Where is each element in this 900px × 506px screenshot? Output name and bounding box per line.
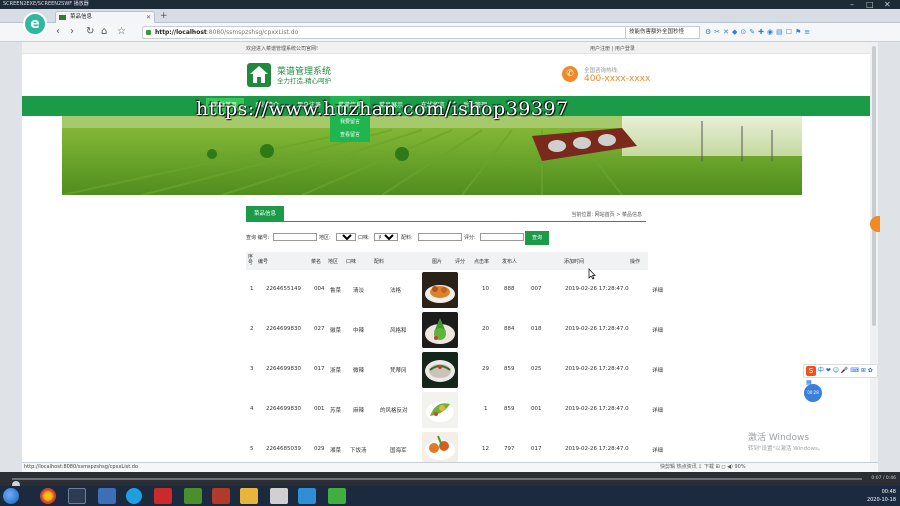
welcome-text: 欢迎进入菜谱管理系统公司官网!: [246, 46, 319, 52]
hotline: ✆ 全国咨询热线: 400-xxxx-xxxx: [562, 64, 662, 88]
back-icon[interactable]: ‹: [56, 26, 60, 38]
app-icon-red[interactable]: [154, 488, 172, 504]
bookmark-star-icon[interactable]: ☆: [117, 26, 126, 38]
search-placeholder: 技能伤害额外全国秒怪: [629, 29, 685, 35]
window-title-bar: SCREEN2EXE/SCREEN2SWF 播放器: [0, 0, 900, 9]
dropdown-item-view-messages[interactable]: 查看留言: [330, 129, 370, 142]
browser-status-bar: http://localhost:8080/ssmspzshsg/cpxxLis…: [22, 462, 878, 472]
window-title: SCREEN2EXE/SCREEN2SWF 播放器: [3, 1, 89, 7]
flash-app-icon[interactable]: [212, 488, 230, 504]
sogou-icon: S: [806, 365, 816, 376]
start-button-icon[interactable]: [3, 488, 19, 504]
floating-timer-button[interactable]: 00:28: [804, 384, 822, 402]
forward-icon[interactable]: ›: [70, 26, 74, 38]
app-icon-gray[interactable]: [270, 488, 288, 504]
address-bar[interactable]: http://localhost:8080/ssmspzshsg/cpxxLis…: [142, 26, 632, 39]
home-icon[interactable]: ⌂: [101, 26, 107, 38]
farm-banner-image: [62, 116, 802, 195]
qq-app-icon[interactable]: [298, 488, 316, 504]
hotline-label: 全国咨询热线:: [584, 68, 619, 74]
activate-subtitle: 转到"设置"以激活 Windows。: [748, 446, 824, 452]
side-assistant-icon[interactable]: [870, 216, 880, 232]
activate-windows-notice: 激活 Windows 转到"设置"以激活 Windows。: [748, 430, 823, 452]
hotline-number: 400-xxxx-xxxx: [584, 74, 651, 84]
clock-date: 2020-10-18: [866, 497, 896, 503]
tab-bar: 菜品信息 ✕ +: [0, 9, 900, 23]
tab-title: 菜品信息: [70, 14, 93, 20]
phone-icon: ✆: [562, 66, 578, 82]
url-path: :8080/ssmspzshsg/cpxxList.do: [206, 29, 299, 36]
watermark-text: https://www.huzhan.com/ishop39397: [196, 98, 569, 120]
secure-icon: [146, 30, 151, 35]
browser-tab[interactable]: 菜品信息 ✕: [55, 11, 155, 23]
player-time: 0:07 / 0:46: [871, 476, 896, 481]
dropdown-item-leave-message[interactable]: 我要留言: [330, 116, 370, 129]
scrollbar-thumb[interactable]: [872, 46, 876, 326]
top-strip: 欢迎进入菜谱管理系统公司官网! 用户注册 | 用户登录: [22, 42, 870, 54]
extension-icons[interactable]: ⚙✂✕◆⊙✎✚◉▤☐⚑≡: [705, 26, 813, 38]
player-progress-bar: 0:07 / 0:46: [0, 472, 900, 489]
top-links: 用户注册 | 用户登录: [590, 46, 635, 52]
url-host: http://localhost: [155, 29, 207, 36]
nav-dropdown: 我要留言 查看留言: [330, 116, 370, 142]
ime-toolbar[interactable]: S 中 ❤ ☺ 🎤 ⌨ ⊞ ✿ ▦: [803, 364, 878, 386]
browser-toolbar: ‹ › ↻ ⌂ ☆ http://localhost:8080/ssmspzsh…: [0, 23, 900, 42]
status-url: http://localhost:8080/ssmspzshsg/cpxxLis…: [24, 464, 138, 470]
user-login-link[interactable]: 用户登录: [615, 46, 635, 52]
site-slogan: 全力打造,精心呵护: [277, 77, 332, 85]
vertical-scrollbar[interactable]: [870, 42, 878, 462]
status-tools[interactable]: 快剪辑 热点资讯 ⇩ 下载 ⊞ ◻ ◀) 90%: [660, 463, 746, 472]
reload-icon[interactable]: ↻: [86, 26, 94, 38]
network-app-icon[interactable]: [98, 488, 116, 504]
folder-app-icon[interactable]: [240, 488, 258, 504]
close-tab-icon[interactable]: ✕: [146, 12, 151, 23]
wechat-app-icon[interactable]: [328, 488, 346, 504]
favicon-icon: [59, 15, 66, 20]
system-tray-clock[interactable]: 00:48 2020-10-18: [867, 488, 896, 504]
house-logo-icon: [247, 63, 271, 87]
chrome-app-icon[interactable]: [40, 488, 56, 504]
browser-app-icon[interactable]: [126, 488, 142, 504]
activate-title: 激活 Windows: [748, 433, 810, 443]
media-app-icon[interactable]: [68, 488, 86, 504]
user-register-link[interactable]: 用户注册: [590, 46, 610, 52]
search-box[interactable]: 技能伤害额外全国秒怪: [625, 26, 700, 39]
site-brand[interactable]: 菜谱管理系统 全力打造,精心呵护: [246, 60, 376, 90]
clock-time: 00:48: [881, 489, 896, 495]
app-icon-green[interactable]: [184, 488, 202, 504]
browser-logo-icon[interactable]: e: [23, 12, 47, 36]
new-tab-icon[interactable]: +: [160, 11, 168, 21]
windows-taskbar: 00:48 2020-10-18: [0, 486, 900, 506]
progress-track[interactable]: [12, 478, 862, 489]
